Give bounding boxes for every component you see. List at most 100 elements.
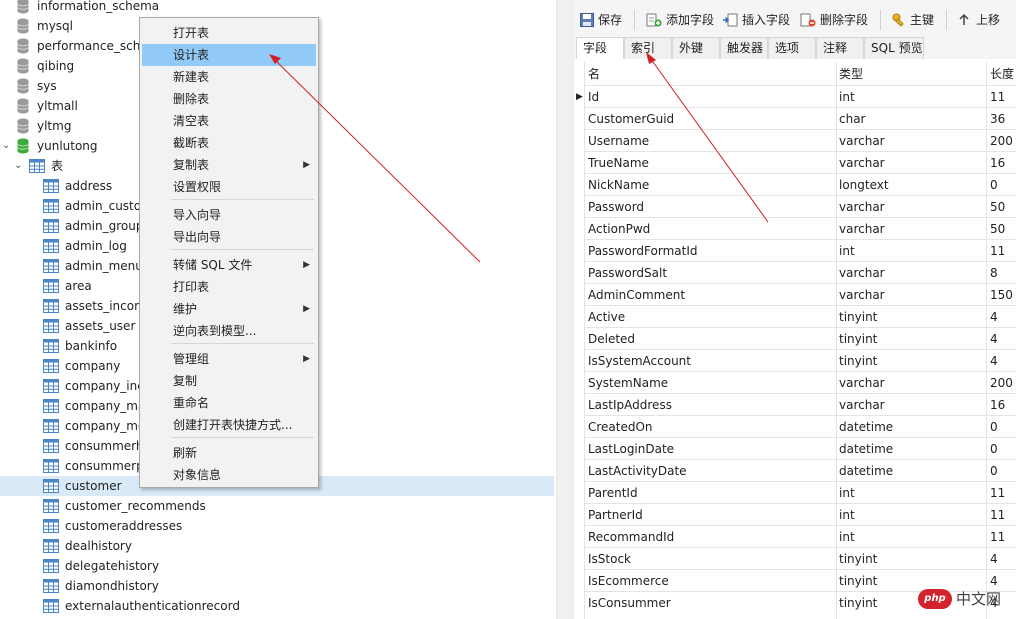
- grid-cell-name[interactable]: NickName: [588, 174, 836, 196]
- grid-cell-length[interactable]: 4: [990, 306, 1016, 328]
- save-button[interactable]: 保存: [580, 10, 626, 30]
- tree-table-item[interactable]: externalauthenticationrecord: [0, 596, 554, 616]
- move-up-button[interactable]: 上移: [958, 10, 1004, 30]
- grid-cell-name[interactable]: ParentId: [588, 482, 836, 504]
- grid-cell-type[interactable]: datetime: [839, 416, 985, 438]
- grid-cell-length[interactable]: 0: [990, 416, 1016, 438]
- grid-cell-length[interactable]: 16: [990, 152, 1016, 174]
- grid-cell-name[interactable]: Id: [588, 86, 836, 108]
- context-menu-item[interactable]: 管理组 ▶: [142, 348, 316, 370]
- grid-cell-name[interactable]: LastActivityDate: [588, 460, 836, 482]
- grid-cell-length[interactable]: 0: [990, 438, 1016, 460]
- context-menu-item[interactable]: 打开表: [142, 22, 316, 44]
- fields-grid[interactable]: 名类型 长度 ▶ Id int 11 CustomerGuid char 36 Username v…: [574, 59, 1016, 619]
- grid-cell-name[interactable]: AdminComment: [588, 284, 836, 306]
- grid-cell-length[interactable]: 4: [990, 350, 1016, 372]
- context-menu-item[interactable]: 维护 ▶: [142, 298, 316, 320]
- context-menu-item[interactable]: 新建表: [142, 66, 316, 88]
- grid-cell-length[interactable]: 11: [990, 526, 1016, 548]
- grid-cell-length[interactable]: 50: [990, 196, 1016, 218]
- grid-cell-type[interactable]: datetime: [839, 438, 985, 460]
- grid-cell-length[interactable]: 11: [990, 86, 1016, 108]
- grid-cell-type[interactable]: int: [839, 504, 985, 526]
- grid-cell-type[interactable]: int: [839, 240, 985, 262]
- insert-field-button[interactable]: 插入字段: [722, 10, 792, 30]
- grid-cell-name[interactable]: PasswordSalt: [588, 262, 836, 284]
- grid-cell-type[interactable]: varchar: [839, 394, 985, 416]
- context-menu-item[interactable]: 转储 SQL 文件 ▶: [142, 254, 316, 276]
- grid-cell-type[interactable]: tinyint: [839, 548, 985, 570]
- grid-cell-name[interactable]: ActionPwd: [588, 218, 836, 240]
- context-menu-item[interactable]: 复制: [142, 370, 316, 392]
- grid-cell-name[interactable]: PasswordFormatId: [588, 240, 836, 262]
- grid-cell-length[interactable]: 8: [990, 262, 1016, 284]
- grid-cell-name[interactable]: IsSystemAccount: [588, 350, 836, 372]
- grid-cell-name[interactable]: PartnerId: [588, 504, 836, 526]
- context-menu-item[interactable]: 逆向表到模型...: [142, 320, 316, 342]
- primary-key-button[interactable]: 主键: [892, 10, 938, 30]
- grid-cell-name[interactable]: CustomerGuid: [588, 108, 836, 130]
- grid-cell-name[interactable]: IsEcommerce: [588, 570, 836, 592]
- tab-comment[interactable]: 注释: [816, 37, 864, 59]
- grid-cell-type[interactable]: varchar: [839, 262, 985, 284]
- delete-field-button[interactable]: 删除字段: [800, 10, 870, 30]
- context-menu-item[interactable]: 打印表: [142, 276, 316, 298]
- grid-cell-name[interactable]: LastLoginDate: [588, 438, 836, 460]
- grid-cell-length[interactable]: 11: [990, 482, 1016, 504]
- grid-cell-length[interactable]: 150: [990, 284, 1016, 306]
- grid-cell-type[interactable]: int: [839, 86, 985, 108]
- grid-cell-length[interactable]: 16: [990, 394, 1016, 416]
- tab-sql-preview[interactable]: SQL 预览: [864, 37, 924, 59]
- context-menu-item[interactable]: 设计表: [142, 44, 316, 66]
- grid-cell-name[interactable]: IsStock: [588, 548, 836, 570]
- context-menu-item[interactable]: 创建打开表快捷方式...: [142, 414, 316, 436]
- grid-cell-length[interactable]: 0: [990, 460, 1016, 482]
- grid-cell-name[interactable]: RecommandId: [588, 526, 836, 548]
- tree-table-item[interactable]: diamondhistory: [0, 576, 554, 596]
- grid-cell-name[interactable]: TrueName: [588, 152, 836, 174]
- splitter[interactable]: [556, 0, 574, 619]
- grid-cell-name[interactable]: LastIpAddress: [588, 394, 836, 416]
- grid-cell-type[interactable]: tinyint: [839, 350, 985, 372]
- grid-cell-type[interactable]: datetime: [839, 460, 985, 482]
- grid-cell-type[interactable]: tinyint: [839, 306, 985, 328]
- grid-cell-type[interactable]: varchar: [839, 196, 985, 218]
- grid-cell-type[interactable]: varchar: [839, 372, 985, 394]
- context-menu-item[interactable]: 截断表: [142, 132, 316, 154]
- grid-header-name[interactable]: 名: [588, 63, 836, 85]
- expand-chevron-icon[interactable]: ⌄: [2, 136, 12, 156]
- grid-cell-type[interactable]: int: [839, 482, 985, 504]
- context-menu-item[interactable]: 对象信息: [142, 464, 316, 486]
- context-menu-item[interactable]: 导出向导: [142, 226, 316, 248]
- grid-cell-name[interactable]: Active: [588, 306, 836, 328]
- grid-cell-name[interactable]: IsConsummer: [588, 592, 836, 614]
- grid-cell-length[interactable]: 36: [990, 108, 1016, 130]
- grid-cell-length[interactable]: 11: [990, 504, 1016, 526]
- grid-cell-type[interactable]: varchar: [839, 130, 985, 152]
- tab-fields[interactable]: 字段: [576, 37, 624, 60]
- context-menu-item[interactable]: 刷新: [142, 442, 316, 464]
- context-menu-item[interactable]: 删除表: [142, 88, 316, 110]
- grid-cell-name[interactable]: SystemName: [588, 372, 836, 394]
- grid-cell-length[interactable]: 200: [990, 130, 1016, 152]
- grid-cell-type[interactable]: varchar: [839, 152, 985, 174]
- context-menu-item[interactable]: 清空表: [142, 110, 316, 132]
- tab-indexes[interactable]: 索引: [624, 37, 672, 59]
- grid-cell-length[interactable]: 4: [990, 328, 1016, 350]
- context-menu-item[interactable]: 设置权限: [142, 176, 316, 198]
- grid-header-type[interactable]: 类型: [839, 63, 985, 85]
- grid-cell-length[interactable]: 4: [990, 548, 1016, 570]
- grid-cell-name[interactable]: Username: [588, 130, 836, 152]
- grid-cell-name[interactable]: Password: [588, 196, 836, 218]
- grid-cell-type[interactable]: tinyint: [839, 328, 985, 350]
- tab-options[interactable]: 选项: [768, 37, 816, 59]
- tree-table-item[interactable]: customeraddresses: [0, 516, 554, 536]
- grid-cell-name[interactable]: Deleted: [588, 328, 836, 350]
- tab-triggers[interactable]: 触发器: [720, 37, 768, 59]
- tab-foreign-keys[interactable]: 外键: [672, 37, 720, 59]
- tree-table-item[interactable]: dealhistory: [0, 536, 554, 556]
- grid-cell-length[interactable]: 200: [990, 372, 1016, 394]
- grid-cell-type[interactable]: varchar: [839, 218, 985, 240]
- tree-table-item[interactable]: customer_recommends: [0, 496, 554, 516]
- context-menu-item[interactable]: 导入向导: [142, 204, 316, 226]
